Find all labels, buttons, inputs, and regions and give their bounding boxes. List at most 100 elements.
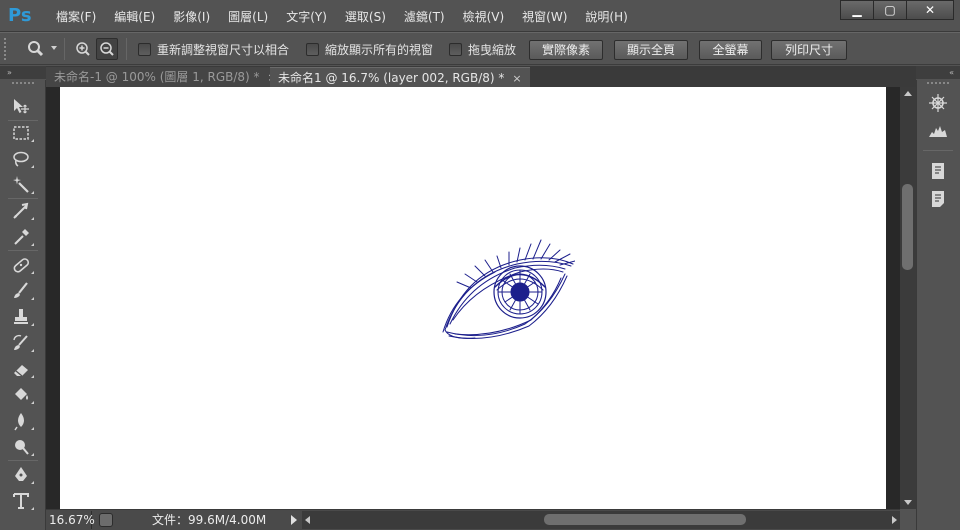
- zoom-out-icon: [100, 42, 114, 56]
- zoom-in-icon: [76, 42, 90, 56]
- menu-type[interactable]: 文字(Y): [280, 8, 333, 26]
- menu-window[interactable]: 視窗(W): [516, 8, 573, 26]
- lasso-tool-button[interactable]: [10, 148, 36, 170]
- pen-tool-button[interactable]: [10, 464, 36, 486]
- tools-collapse-toggle[interactable]: »: [0, 66, 46, 79]
- zoom-all-windows-checkbox[interactable]: 縮放顯示所有的視窗: [306, 41, 433, 58]
- menu-help[interactable]: 說明(H): [579, 8, 633, 26]
- document-tabs: 未命名-1 @ 100% (圖層 1, RGB/8) *× 未命名1 @ 16.…: [46, 66, 916, 87]
- tab-label: 未命名-1 @ 100% (圖層 1, RGB/8) *: [54, 70, 260, 84]
- tab-document-1[interactable]: 未命名-1 @ 100% (圖層 1, RGB/8) *×: [46, 67, 285, 87]
- photoshop-logo: Ps: [8, 5, 32, 26]
- eyedropper-tool-button[interactable]: [10, 226, 36, 248]
- window-controls: ▁ ▢ ✕: [840, 0, 954, 20]
- minimize-button[interactable]: ▁: [840, 0, 874, 20]
- actual-pixels-button[interactable]: 實際像素: [529, 40, 603, 60]
- options-bar-grip[interactable]: [4, 38, 8, 60]
- panels-collapse-toggle[interactable]: «: [916, 66, 960, 79]
- status-bar: 16.67% 文件：99.6M/4.00M: [46, 509, 900, 530]
- blur-tool-button[interactable]: [10, 410, 36, 432]
- close-tab-icon[interactable]: ×: [512, 72, 521, 85]
- histogram-panel-button[interactable]: [927, 120, 949, 142]
- menu-edit[interactable]: 編輯(E): [108, 8, 161, 26]
- eraser-tool-button[interactable]: [10, 358, 36, 380]
- zoom-out-button[interactable]: [96, 38, 118, 60]
- checkbox-box[interactable]: [138, 43, 151, 56]
- document-window[interactable]: [46, 87, 900, 509]
- vertical-scrollbar[interactable]: [900, 87, 916, 509]
- tab-document-2[interactable]: 未命名1 @ 16.7% (layer 002, RGB/8) * ×: [270, 67, 530, 87]
- dodge-tool-button[interactable]: [10, 436, 36, 458]
- pen-icon: [15, 467, 27, 481]
- maximize-button[interactable]: ▢: [873, 0, 907, 20]
- divider: [8, 460, 38, 461]
- menu-layer[interactable]: 圖層(L): [222, 8, 274, 26]
- scroll-thumb[interactable]: [544, 514, 746, 525]
- document-status-icon[interactable]: [99, 513, 113, 527]
- menu-file[interactable]: 檔案(F): [50, 8, 102, 26]
- menu-view[interactable]: 檢視(V): [457, 8, 511, 26]
- checkbox-box[interactable]: [449, 43, 462, 56]
- marquee-tool-button[interactable]: [10, 122, 36, 144]
- brush-tool-button[interactable]: [10, 280, 36, 302]
- scroll-up-icon[interactable]: [904, 91, 912, 96]
- scroll-down-icon[interactable]: [904, 500, 912, 505]
- history-brush-tool-button[interactable]: [10, 332, 36, 354]
- type-tool-button[interactable]: [10, 490, 36, 512]
- status-menu-arrow-icon[interactable]: [291, 515, 297, 525]
- resize-windows-checkbox[interactable]: 重新調整視窗尺寸以相合: [138, 41, 289, 58]
- histogram-icon: [929, 126, 947, 137]
- main-menu: 檔案(F) 編輯(E) 影像(I) 圖層(L) 文字(Y) 選取(S) 濾鏡(T…: [50, 8, 640, 26]
- notes-panel-button[interactable]: [927, 188, 949, 210]
- tools-grip[interactable]: [12, 82, 34, 85]
- history-brush-icon: [13, 334, 28, 350]
- navigator-panel-button[interactable]: [927, 92, 949, 114]
- panel-dock-grip[interactable]: [927, 82, 949, 85]
- healing-brush-tool-button[interactable]: [10, 254, 36, 276]
- paint-bucket-tool-button[interactable]: [10, 384, 36, 406]
- clone-stamp-tool-button[interactable]: [10, 306, 36, 328]
- scroll-right-icon[interactable]: [892, 516, 897, 524]
- move-tool-button[interactable]: [10, 96, 36, 118]
- scroll-left-icon[interactable]: [305, 516, 310, 524]
- tab-label: 未命名1 @ 16.7% (layer 002, RGB/8) *: [278, 71, 505, 85]
- canvas[interactable]: [60, 87, 886, 509]
- zoom-tool-preset-icon[interactable]: [25, 39, 49, 59]
- fit-screen-button[interactable]: 顯示全頁: [614, 40, 688, 60]
- menu-select[interactable]: 選取(S): [339, 8, 392, 26]
- marquee-icon: [13, 126, 29, 140]
- fill-screen-button[interactable]: 全螢幕: [699, 40, 762, 60]
- move-icon: [14, 99, 29, 114]
- horizontal-scrollbar[interactable]: [302, 511, 900, 529]
- zoom-level-field[interactable]: 16.67%: [46, 511, 95, 529]
- print-size-button[interactable]: 列印尺寸: [771, 40, 847, 60]
- close-button[interactable]: ✕: [906, 0, 954, 20]
- crop-tool-button[interactable]: [10, 200, 36, 222]
- menu-filter[interactable]: 濾鏡(T): [398, 8, 451, 26]
- book-icon: [932, 163, 944, 179]
- checkbox-label: 縮放顯示所有的視窗: [325, 43, 434, 57]
- navigator-icon: [929, 94, 947, 112]
- scrubby-zoom-checkbox[interactable]: 拖曳縮放: [449, 41, 516, 58]
- paint-bucket-icon: [15, 388, 28, 400]
- lasso-icon: [13, 151, 29, 167]
- clone-stamp-icon: [14, 309, 28, 324]
- tools-panel: [0, 80, 46, 530]
- menu-bar: Ps 檔案(F) 編輯(E) 影像(I) 圖層(L) 文字(Y) 選取(S) 濾…: [0, 0, 960, 32]
- history-panel-button[interactable]: [927, 160, 949, 182]
- type-icon: [13, 493, 29, 509]
- checkbox-box[interactable]: [306, 43, 319, 56]
- scroll-thumb[interactable]: [902, 184, 913, 270]
- magic-wand-tool-button[interactable]: [10, 174, 36, 196]
- zoom-in-button[interactable]: [72, 38, 94, 60]
- eyedropper-icon: [14, 229, 29, 245]
- blur-icon: [14, 413, 24, 431]
- healing-brush-icon: [13, 258, 30, 273]
- chevron-down-icon[interactable]: [51, 46, 57, 50]
- notes-icon: [932, 191, 944, 207]
- eye-sketch: [442, 239, 575, 339]
- divider: [8, 250, 38, 251]
- menu-image[interactable]: 影像(I): [167, 8, 216, 26]
- brush-icon: [14, 282, 28, 298]
- divider: [126, 38, 127, 60]
